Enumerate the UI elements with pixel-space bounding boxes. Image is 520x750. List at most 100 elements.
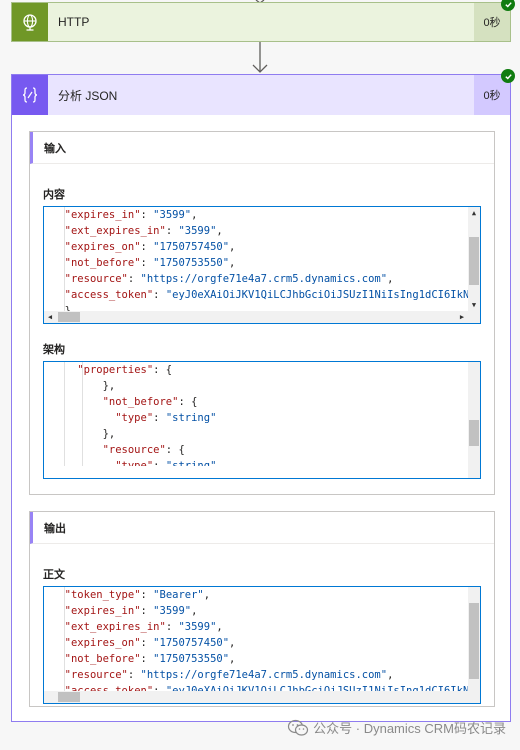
code-token: }, bbox=[52, 380, 116, 392]
inputs-heading[interactable]: 输入 bbox=[30, 132, 494, 164]
inputs-section: 输入 内容 "expires_in": "3599", "ext_expires… bbox=[29, 131, 495, 495]
scroll-thumb[interactable] bbox=[58, 692, 80, 702]
code-token: "properties" bbox=[77, 364, 154, 376]
parse-json-title: 分析 JSON bbox=[58, 88, 118, 103]
scroll-thumb[interactable] bbox=[58, 312, 80, 322]
code-token: "1750757450" bbox=[153, 241, 230, 253]
schema-label: 架构 bbox=[43, 344, 65, 356]
code-token: : bbox=[140, 589, 154, 601]
content-horizontal-scrollbar[interactable]: ◀ ▶ bbox=[44, 311, 468, 323]
scroll-left-arrow-icon[interactable]: ◀ bbox=[44, 311, 56, 323]
body-horizontal-scrollbar[interactable] bbox=[44, 691, 468, 703]
body-code-lines: "token_type": "Bearer", "expires_in": "3… bbox=[44, 587, 468, 691]
code-token: }, bbox=[52, 428, 116, 440]
code-token: "string" bbox=[165, 460, 217, 466]
code-token: , bbox=[387, 669, 394, 681]
schema-code-lines: "properties": { }, "not_before": { "type… bbox=[44, 362, 468, 466]
scroll-up-arrow-icon[interactable]: ▲ bbox=[468, 207, 480, 219]
code-token: "not_before" bbox=[64, 653, 141, 665]
scroll-thumb[interactable] bbox=[469, 420, 479, 446]
code-line: "expires_in": "3599", bbox=[52, 603, 468, 619]
code-token: "type" bbox=[115, 412, 154, 424]
code-token: : bbox=[140, 605, 154, 617]
code-token: "type" bbox=[115, 460, 154, 466]
content-label: 内容 bbox=[43, 189, 65, 201]
code-line: "access_token": "eyJ0eXAiOiJKV1QiLCJhbGc… bbox=[52, 683, 468, 691]
content-vertical-scrollbar[interactable]: ▲ ▼ bbox=[468, 207, 480, 311]
code-token: : bbox=[140, 209, 154, 221]
parse-json-action-card: 分析 JSON 0秒 输入 内容 "expires_in": "3599", "… bbox=[11, 74, 511, 722]
code-token: : bbox=[127, 669, 141, 681]
code-line: "token_type": "Bearer", bbox=[52, 587, 468, 603]
body-code-editor[interactable]: "token_type": "Bearer", "expires_in": "3… bbox=[43, 586, 481, 704]
scroll-right-arrow-icon[interactable]: ▶ bbox=[456, 311, 468, 323]
code-line: }, bbox=[52, 426, 468, 442]
code-token: : { bbox=[153, 364, 173, 376]
code-token: : bbox=[153, 460, 166, 466]
code-line: "resource": { bbox=[52, 442, 468, 458]
code-token: : bbox=[140, 241, 154, 253]
code-token: "access_token" bbox=[64, 289, 154, 301]
code-token: : { bbox=[165, 444, 185, 456]
code-line: "expires_on": "1750757450", bbox=[52, 239, 468, 255]
code-line: "ext_expires_in": "3599", bbox=[52, 619, 468, 635]
code-line: "type": "string" bbox=[52, 458, 468, 466]
code-token: , bbox=[229, 637, 236, 649]
code-token: "resource" bbox=[64, 669, 128, 681]
json-braces-icon bbox=[22, 87, 38, 103]
code-token: , bbox=[229, 257, 236, 269]
code-token: "expires_in" bbox=[64, 605, 141, 617]
code-token: "not_before" bbox=[64, 257, 141, 269]
code-line: "not_before": "1750753550", bbox=[52, 255, 468, 271]
scroll-thumb[interactable] bbox=[469, 237, 479, 285]
code-token: : bbox=[127, 273, 141, 285]
outputs-section: 输出 正文 "token_type": "Bearer", "expires_i… bbox=[29, 511, 495, 707]
code-line: "expires_in": "3599", bbox=[52, 207, 468, 223]
code-token: "ext_expires_in" bbox=[64, 225, 166, 237]
code-token: "resource" bbox=[102, 444, 166, 456]
http-action-card[interactable]: HTTP 0秒 bbox=[11, 2, 511, 42]
scroll-thumb[interactable] bbox=[469, 603, 479, 679]
schema-vertical-scrollbar[interactable] bbox=[468, 362, 480, 478]
code-token: "resource" bbox=[64, 273, 128, 285]
code-token: "token_type" bbox=[64, 589, 141, 601]
code-token: "3599" bbox=[153, 209, 192, 221]
scroll-down-arrow-icon[interactable]: ▼ bbox=[468, 299, 480, 311]
outputs-heading[interactable]: 输出 bbox=[30, 512, 494, 544]
code-token: "string" bbox=[165, 412, 217, 424]
watermark: 公众号 · Dynamics CRM码农记录 bbox=[287, 718, 506, 737]
code-token: : bbox=[153, 412, 166, 424]
body-vertical-scrollbar[interactable] bbox=[468, 587, 480, 691]
code-token: "1750757450" bbox=[153, 637, 230, 649]
code-token: : { bbox=[178, 396, 198, 408]
parse-json-header[interactable]: 分析 JSON 0秒 bbox=[12, 75, 510, 115]
code-line: "not_before": { bbox=[52, 394, 468, 410]
http-action-icon-box bbox=[12, 3, 48, 41]
schema-code-editor[interactable]: "properties": { }, "not_before": { "type… bbox=[43, 361, 481, 479]
parse-json-success-check-icon bbox=[501, 69, 515, 83]
code-line: "resource": "https://orgfe71e4a7.crm5.dy… bbox=[52, 271, 468, 287]
connector-arrow-down-icon bbox=[252, 42, 268, 73]
code-token: : bbox=[140, 257, 154, 269]
http-action-title: HTTP bbox=[58, 15, 90, 29]
content-code-editor[interactable]: "expires_in": "3599", "ext_expires_in": … bbox=[43, 206, 481, 324]
code-token: "https://orgfe71e4a7.crm5.dynamics.com" bbox=[140, 669, 388, 681]
code-token: , bbox=[191, 605, 198, 617]
code-line: }, bbox=[52, 378, 468, 394]
code-token: "https://orgfe71e4a7.crm5.dynamics.com" bbox=[140, 273, 388, 285]
code-token: "not_before" bbox=[102, 396, 179, 408]
code-token: "1750753550" bbox=[153, 653, 230, 665]
code-token: : bbox=[140, 653, 154, 665]
globe-icon bbox=[23, 14, 37, 31]
http-success-check-icon bbox=[501, 0, 515, 11]
code-token: : bbox=[165, 621, 179, 633]
code-token: "Bearer" bbox=[153, 589, 204, 601]
code-token: , bbox=[216, 621, 223, 633]
